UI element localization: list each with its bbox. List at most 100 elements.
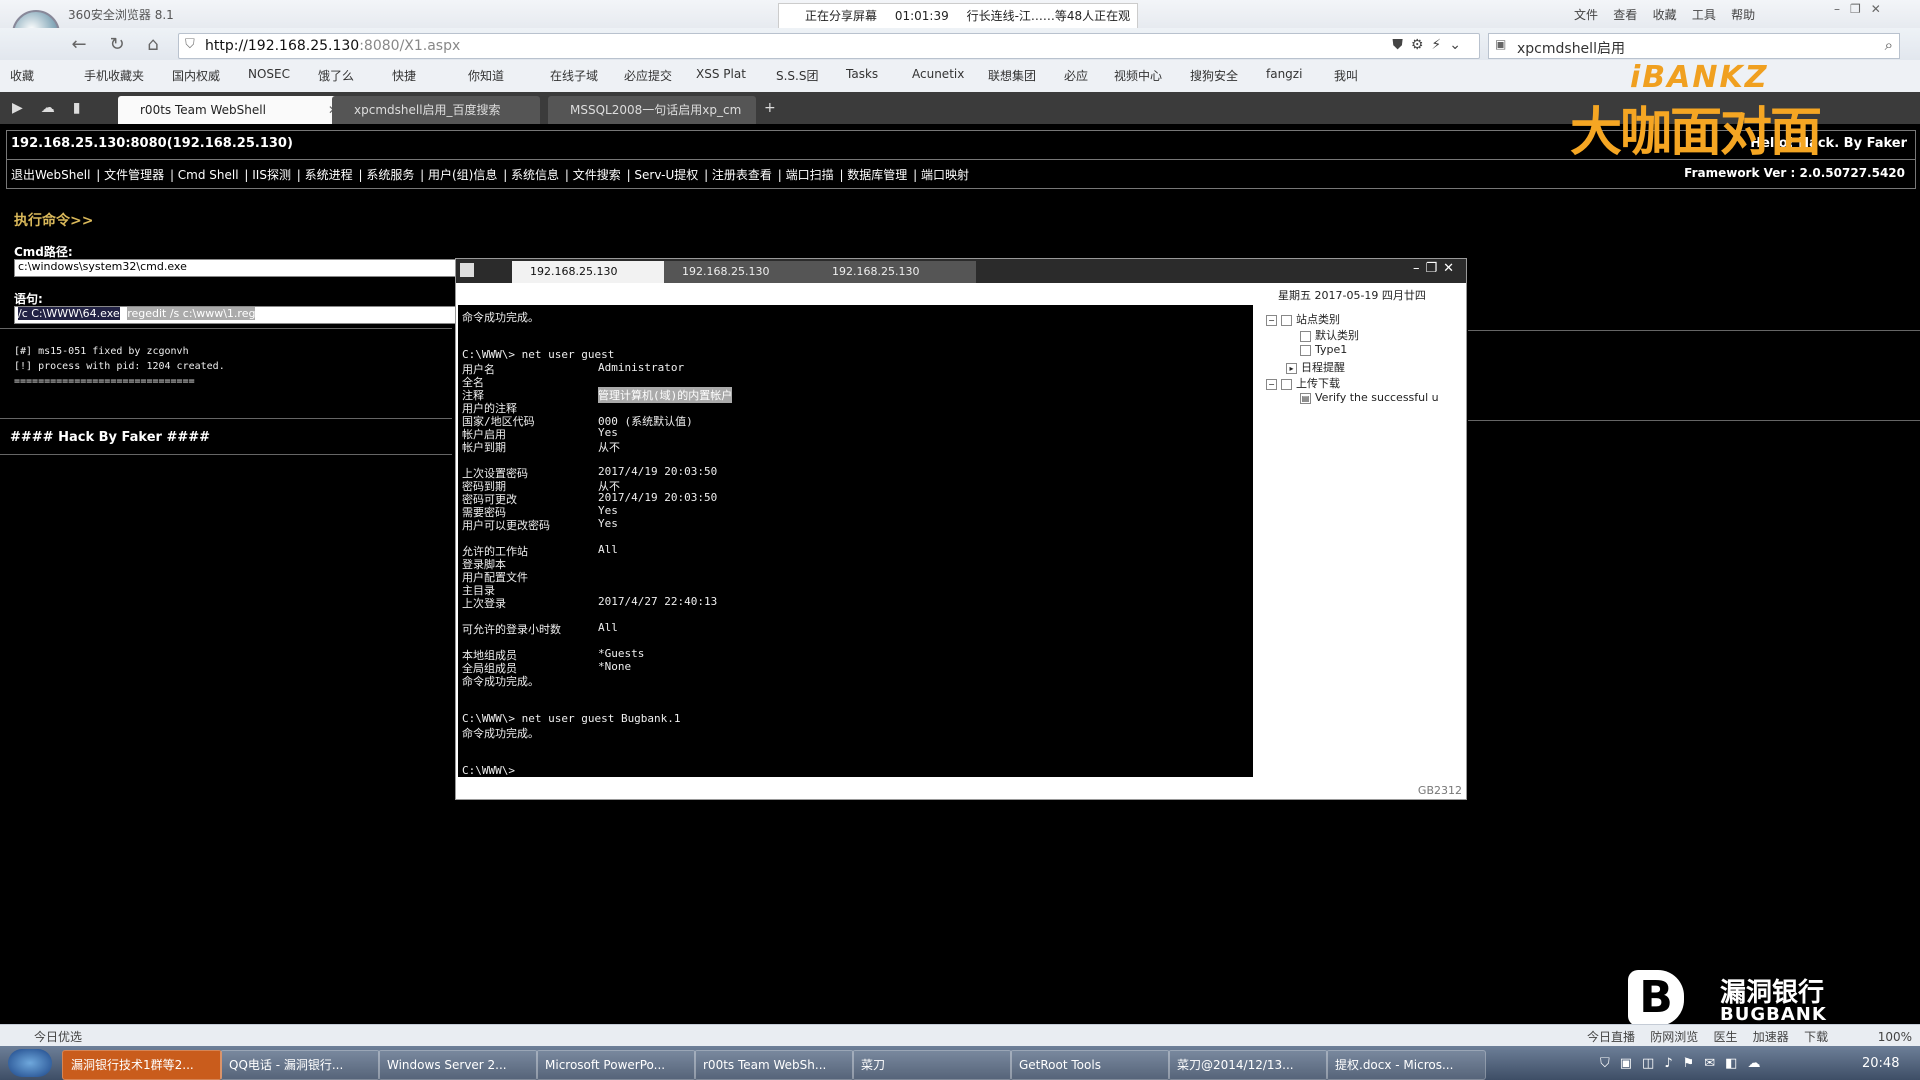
taskbar-item[interactable]: QQ电话 - 漏洞银行...	[220, 1050, 380, 1080]
nav-file-manager[interactable]: 文件管理器	[104, 168, 164, 182]
status-item[interactable]: 防网浏览	[1650, 1030, 1698, 1044]
status-left[interactable]: 今日优选	[34, 1028, 82, 1045]
fav-item[interactable]: Acunetix	[912, 67, 964, 81]
statement-input[interactable]: /c C:\WWW\64.exe regedit /s c:\www\1.reg	[14, 306, 457, 324]
back-icon[interactable]: ←	[68, 34, 90, 56]
cmd-path-input[interactable]: c:\windows\system32\cmd.exe	[14, 259, 457, 277]
divider	[0, 454, 452, 455]
encoding-label: GB2312	[1417, 784, 1462, 797]
fav-item[interactable]: 饿了么	[318, 67, 354, 84]
address-tools-icons[interactable]: ⛊⚙⚡⌄	[1392, 37, 1469, 53]
taskbar-item[interactable]: Windows Server 2...	[378, 1050, 538, 1080]
status-item[interactable]: 今日直播	[1587, 1030, 1635, 1044]
refresh-icon[interactable]: ↻	[106, 34, 128, 56]
host-label: 192.168.25.130:8080(192.168.25.130)	[11, 136, 293, 151]
bugbank-logo-icon: B	[1628, 970, 1684, 1026]
fav-item[interactable]: fangzi	[1266, 67, 1302, 81]
fav-item[interactable]: 联想集团	[988, 67, 1036, 84]
fav-item[interactable]: Tasks	[846, 67, 878, 81]
statement-extra: regedit /s c:\www\1.reg	[127, 307, 256, 320]
menu-file[interactable]: 文件	[1574, 8, 1598, 22]
remote-tab-label: 192.168.25.130	[832, 265, 920, 278]
taskbar-item[interactable]: Microsoft PowerPo...	[536, 1050, 696, 1080]
fav-item[interactable]: 手机收藏夹	[84, 67, 144, 84]
menu-view[interactable]: 查看	[1613, 8, 1637, 22]
remote-tab[interactable]: 192.168.25.130	[664, 261, 826, 283]
tree-item[interactable]: − 上传下载	[1266, 375, 1461, 391]
statement-selected: /c C:\WWW\64.exe	[18, 307, 120, 320]
fav-item[interactable]: NOSEC	[248, 67, 290, 81]
console-value: Yes	[598, 504, 618, 517]
output-line: ==============================	[14, 376, 195, 387]
console-value: 管理计算机(域)的内置帐户	[598, 387, 733, 403]
taskbar-item[interactable]: 菜刀@2014/12/13...	[1168, 1050, 1328, 1080]
window-icon	[460, 263, 474, 277]
tree-item[interactable]: − 站点类别	[1266, 311, 1461, 327]
tab-mssql[interactable]: MSSQL2008一句话启用xp_cm	[548, 96, 756, 124]
tree-item[interactable]: ▤ Verify the successful u	[1300, 391, 1461, 407]
status-item[interactable]: 下载	[1804, 1030, 1828, 1044]
address-bar[interactable]: ⛉ http://192.168.25.130:8080/X1.aspx ⛊⚙⚡…	[178, 33, 1480, 59]
search-input[interactable]: xpcmdshell启用	[1517, 38, 1625, 58]
start-button[interactable]	[8, 1049, 52, 1077]
nav-services[interactable]: 系统服务	[366, 168, 414, 182]
console-output[interactable]: 命令成功完成。 C:\WWW\> net user guest 用户名 Adminis…	[458, 305, 1253, 777]
fav-item[interactable]: 收藏	[10, 67, 34, 84]
tab-webshell[interactable]: r00ts Team WebShell ✕	[118, 96, 346, 124]
nav-registry[interactable]: 注册表查看	[712, 168, 772, 182]
tree-item[interactable]: ▸ 日程提醒	[1286, 359, 1461, 375]
search-box[interactable]: ▣ xpcmdshell启用 ⌕	[1488, 33, 1900, 59]
nav-iis[interactable]: IIS探测	[252, 168, 291, 182]
taskbar-item[interactable]: GetRoot Tools	[1010, 1050, 1170, 1080]
nav-database[interactable]: 数据库管理	[847, 168, 907, 182]
remote-window-controls[interactable]: –❐✕	[1413, 261, 1460, 276]
nav-file-search[interactable]: 文件搜索	[573, 168, 621, 182]
fav-item[interactable]: 我叫	[1334, 67, 1358, 84]
menu-tools[interactable]: 工具	[1692, 8, 1716, 22]
sidebar-toggle-icons[interactable]: ▶☁▮	[12, 100, 98, 116]
fav-item[interactable]: S.S.S团	[776, 67, 818, 84]
nav-cmd-shell[interactable]: Cmd Shell	[178, 168, 239, 182]
fav-item[interactable]: 国内权威	[172, 67, 220, 84]
zoom-level[interactable]: 100%	[1878, 1030, 1912, 1044]
fav-item[interactable]: XSS Plat	[696, 67, 746, 81]
fav-item[interactable]: 你知道	[468, 67, 504, 84]
taskbar-item[interactable]: r00ts Team WebSh...	[694, 1050, 854, 1080]
nav-logout[interactable]: 退出WebShell	[11, 168, 90, 182]
taskbar-item[interactable]: 菜刀	[852, 1050, 1012, 1080]
taskbar-item[interactable]: 漏洞银行技术1群等2...	[62, 1050, 222, 1080]
window-controls[interactable]: –❐✕	[1834, 2, 1891, 16]
nav-process[interactable]: 系统进程	[305, 168, 353, 182]
fav-item[interactable]: 必应	[1064, 67, 1088, 84]
remote-shell-window: 192.168.25.130 ✕ 192.168.25.130 192.168.…	[455, 258, 1467, 800]
tray-icons[interactable]: ⛉▣◫♪⚑✉◧☁	[1600, 1056, 1770, 1071]
taskbar-item[interactable]: 提权.docx - Micros...	[1326, 1050, 1486, 1080]
menu-help[interactable]: 帮助	[1731, 8, 1755, 22]
nav-servu[interactable]: Serv-U提权	[634, 168, 698, 182]
remote-tab[interactable]: 192.168.25.130 ✕	[512, 261, 680, 283]
fav-item[interactable]: 视频中心	[1114, 67, 1162, 84]
fav-item[interactable]: 在线子域	[550, 67, 598, 84]
fav-item[interactable]: 快捷	[392, 67, 416, 84]
nav-port-map[interactable]: 端口映射	[921, 168, 969, 182]
tab-label: MSSQL2008一句话启用xp_cm	[570, 103, 742, 117]
new-tab-icon[interactable]: +	[764, 100, 776, 116]
remote-tab[interactable]: 192.168.25.130	[814, 261, 976, 283]
fav-item[interactable]: 搜狗安全	[1190, 67, 1238, 84]
status-item[interactable]: 医生	[1714, 1030, 1738, 1044]
menu-favorites[interactable]: 收藏	[1653, 8, 1677, 22]
fav-item[interactable]: 必应提交	[624, 67, 672, 84]
tab-baidu[interactable]: xpcmdshell启用_百度搜索	[332, 96, 540, 124]
console-value: 从不	[598, 441, 620, 454]
nav-users[interactable]: 用户(组)信息	[428, 168, 497, 182]
tree-item[interactable]: Type1	[1300, 343, 1461, 359]
nav-sysinfo[interactable]: 系统信息	[511, 168, 559, 182]
tree-item[interactable]: 默认类别	[1300, 327, 1461, 343]
home-icon[interactable]: ⌂	[142, 34, 164, 56]
search-icon[interactable]: ⌕	[1885, 36, 1893, 54]
nav-port-scan[interactable]: 端口扫描	[786, 168, 834, 182]
console-line: 命令成功完成。	[462, 311, 539, 324]
url-path: :8080/X1.aspx	[359, 38, 461, 54]
status-item[interactable]: 加速器	[1753, 1030, 1789, 1044]
console-line: 帐户到期	[462, 441, 506, 454]
